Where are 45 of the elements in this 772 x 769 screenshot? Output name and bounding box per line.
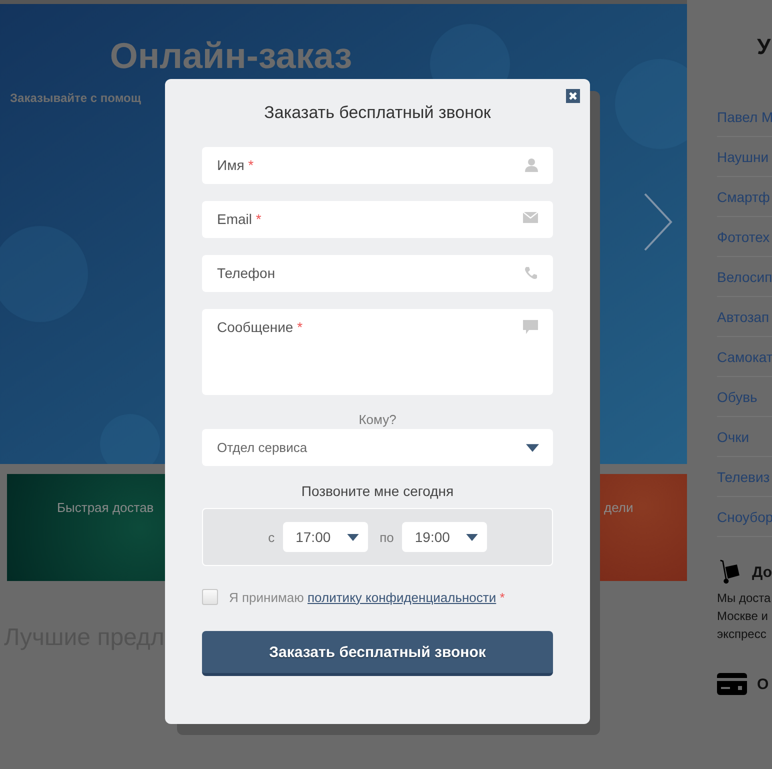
speech-bubble-icon bbox=[523, 320, 538, 334]
envelope-icon bbox=[523, 212, 538, 223]
info-title: До bbox=[752, 564, 772, 580]
email-field[interactable]: Email * bbox=[202, 201, 553, 238]
info-title: О bbox=[757, 676, 769, 692]
recipient-dropdown[interactable]: Отдел сервиса bbox=[202, 429, 553, 466]
name-field[interactable]: Имя * bbox=[202, 147, 553, 184]
submit-button[interactable]: Заказать бесплатный звонок bbox=[202, 631, 553, 676]
phone-field[interactable]: Телефон bbox=[202, 255, 553, 292]
message-field[interactable]: Сообщение * bbox=[202, 309, 553, 395]
category-link[interactable]: Велосип bbox=[717, 257, 772, 297]
person-icon bbox=[525, 158, 538, 172]
chevron-right-icon[interactable] bbox=[643, 192, 673, 252]
card-icon bbox=[717, 673, 747, 695]
category-link[interactable]: Очки bbox=[717, 417, 772, 457]
time-label: Позвоните мне сегодня bbox=[301, 483, 454, 499]
sidebar-title: У bbox=[757, 34, 772, 60]
category-link[interactable]: Автозап bbox=[717, 297, 772, 337]
category-link[interactable]: Телевиз bbox=[717, 457, 772, 497]
phone-icon bbox=[524, 266, 538, 280]
privacy-policy-link[interactable]: политику конфиденциальности bbox=[308, 590, 496, 604]
time-dropdown[interactable]: 17:00 bbox=[282, 522, 368, 552]
time-prefix: по bbox=[380, 530, 394, 544]
banner-title: Онлайн-заказ bbox=[108, 35, 354, 77]
banner-subtitle: Заказывайте с помощ bbox=[10, 91, 141, 105]
close-icon[interactable] bbox=[566, 89, 580, 103]
category-link[interactable]: Наушни bbox=[717, 137, 772, 177]
promo-text: Быстрая достав bbox=[57, 500, 154, 515]
caret-down-icon bbox=[526, 444, 539, 452]
category-link[interactable]: Смартф bbox=[717, 177, 772, 217]
dialog-title: Заказать бесплатный звонок bbox=[264, 103, 491, 124]
caret-down-icon bbox=[346, 534, 359, 540]
category-link[interactable]: Павел М bbox=[717, 97, 772, 137]
recipient-label: Кому? bbox=[358, 412, 396, 427]
info-text-line: Москве и bbox=[717, 608, 768, 625]
consent-text: Я принимаю политику конфиденциальности * bbox=[229, 590, 505, 604]
time-prefix: с bbox=[268, 530, 275, 544]
category-link[interactable]: Обувь bbox=[717, 377, 772, 417]
time-dropdown[interactable]: 19:00 bbox=[402, 522, 487, 552]
checkbox[interactable] bbox=[202, 589, 218, 605]
category-link[interactable]: Фототех bbox=[717, 217, 772, 257]
promo-text: дели bbox=[604, 500, 634, 515]
caret-down-icon bbox=[466, 534, 478, 540]
info-text-line: экспресс bbox=[717, 626, 766, 643]
info-text-line: Мы доста bbox=[717, 590, 771, 607]
